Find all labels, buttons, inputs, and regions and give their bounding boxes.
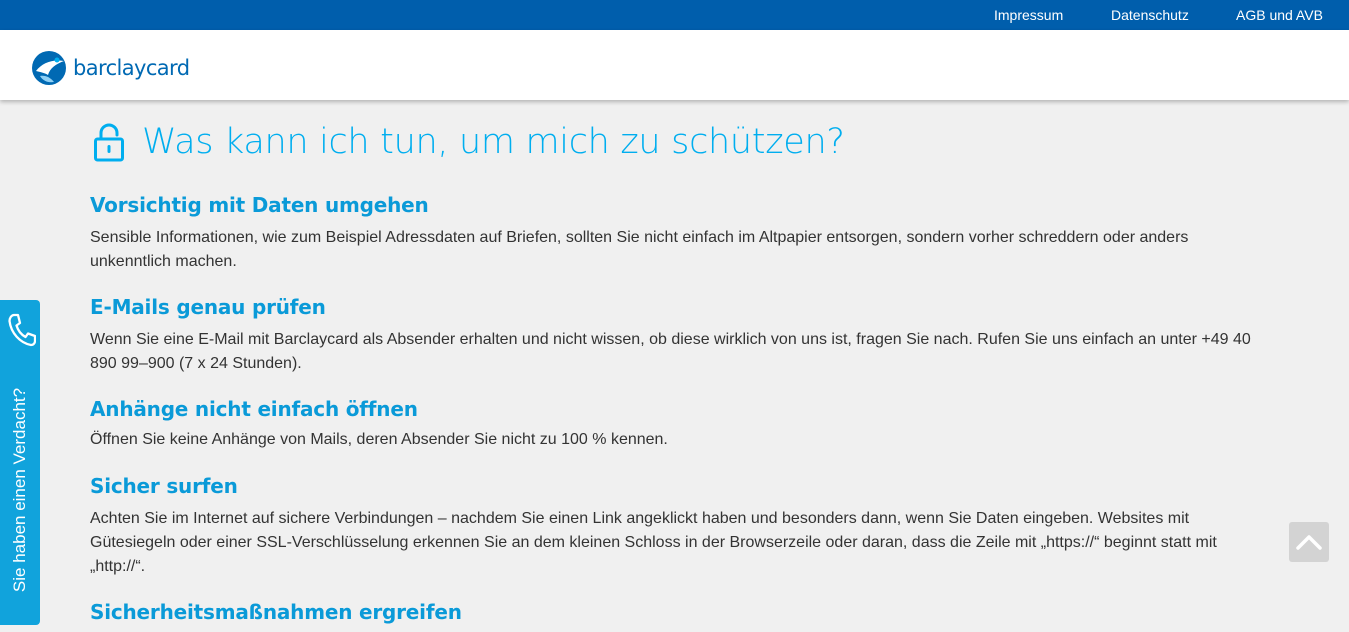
page-title: Was kann ich tun, um mich zu schützen?	[142, 122, 845, 162]
section-text-surfen: Achten Sie im Internet auf sichere Verbi…	[90, 510, 1217, 575]
section-text-emails: Wenn Sie eine E-Mail mit Barclaycard als…	[90, 331, 1251, 372]
section-heading-anhaenge: Anhänge nicht einfach öffnen	[90, 397, 418, 421]
site-header: barclaycard	[0, 30, 1349, 100]
eagle-logo-icon	[32, 51, 66, 85]
impressum-link[interactable]: Impressum	[994, 7, 1063, 23]
agb-avb-link[interactable]: AGB und AVB	[1236, 7, 1323, 23]
logo-wordmark: barclaycard	[73, 56, 190, 80]
section-heading-surfen: Sicher surfen	[90, 474, 238, 498]
chevron-up-icon	[1296, 535, 1322, 550]
section-heading-emails: E-Mails genau prüfen	[90, 295, 326, 319]
back-to-top-button[interactable]	[1289, 522, 1329, 562]
page-title-row: Was kann ich tun, um mich zu schützen?	[93, 122, 845, 162]
top-utility-bar: Impressum Datenschutz AGB und AVB	[0, 0, 1349, 30]
section-text-daten: Sensible Informationen, wie zum Beispiel…	[90, 229, 1189, 270]
padlock-icon	[94, 123, 124, 162]
phone-icon	[8, 313, 36, 347]
suspicion-side-tab[interactable]: Sie haben einen Verdacht?	[0, 300, 40, 625]
section-heading-daten: Vorsichtig mit Daten umgehen	[90, 193, 429, 217]
side-tab-label: Sie haben einen Verdacht?	[10, 387, 29, 593]
section-text-anhaenge: Öffnen Sie keine Anhänge von Mails, dere…	[90, 431, 668, 448]
datenschutz-link[interactable]: Datenschutz	[1111, 7, 1189, 23]
section-heading-massnahmen: Sicherheitsmaßnahmen ergreifen	[90, 600, 462, 624]
barclaycard-logo[interactable]: barclaycard	[30, 48, 190, 88]
